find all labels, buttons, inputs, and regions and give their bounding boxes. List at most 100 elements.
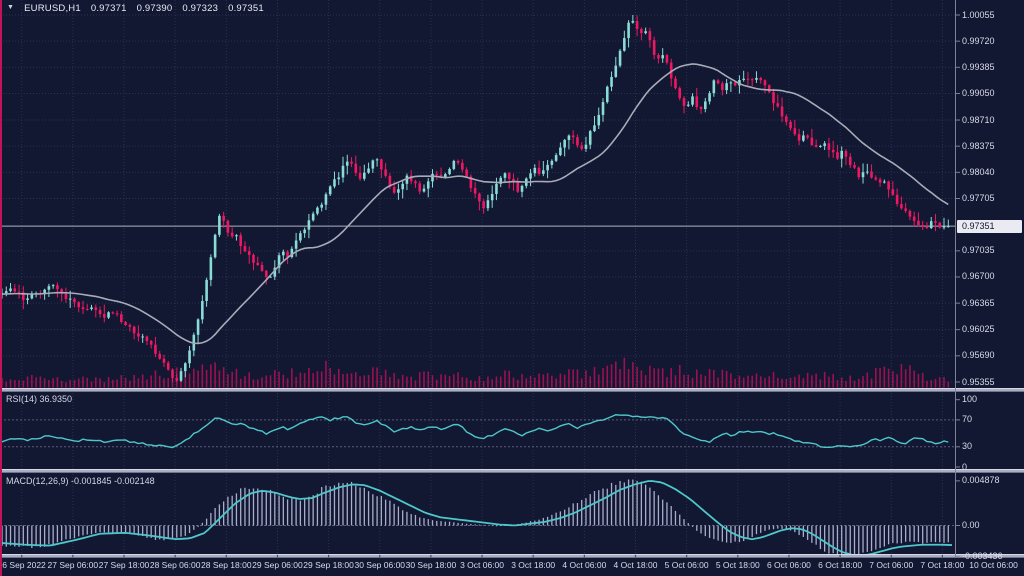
volume-bar <box>159 376 161 388</box>
volume-bar <box>935 379 937 388</box>
candle-body <box>610 77 613 87</box>
volume-bar <box>892 371 894 387</box>
volume-bar <box>304 373 306 387</box>
volume-bar <box>261 377 263 387</box>
macd-indicator-label: MACD(12,26,9) -0.001845 -0.002148 <box>6 476 155 486</box>
time-tick-label: 28 Sep 18:00 <box>201 560 252 570</box>
candle-body <box>597 115 600 125</box>
candle-body <box>632 21 635 23</box>
candle-body <box>555 155 558 161</box>
volume-bar <box>440 374 442 387</box>
candle-body <box>252 255 255 263</box>
candle-body <box>789 122 792 128</box>
time-tick-label: 6 Oct 06:00 <box>767 560 811 570</box>
time-tick-label: 27 Sep 06:00 <box>48 560 99 570</box>
candle-body <box>210 257 213 280</box>
candle-body <box>103 314 106 318</box>
symbol-dropdown-icon[interactable]: ▼ <box>7 3 14 14</box>
candle-body <box>94 307 97 310</box>
candle-body <box>521 186 524 192</box>
chart-window: ▼ EURUSD,H1 0.97371 0.97390 0.97323 0.97… <box>0 0 1024 576</box>
time-tick-label: 30 Sep 18:00 <box>406 560 457 570</box>
volume-bar <box>351 373 353 387</box>
volume-bar <box>530 376 532 388</box>
candle-body <box>853 165 856 168</box>
candle-body <box>563 140 566 148</box>
volume-bar <box>581 378 583 387</box>
candle-body <box>261 265 264 271</box>
candle-body <box>857 168 860 178</box>
candle-body <box>742 79 745 80</box>
volume-bar <box>257 379 259 387</box>
candle-body <box>222 216 225 221</box>
volume-bar <box>884 367 886 388</box>
volume-bar <box>287 378 289 387</box>
candle-body <box>508 173 511 179</box>
candle-body <box>704 101 707 109</box>
candle-body <box>516 182 519 192</box>
rsi-tick-label: 70 <box>962 414 972 424</box>
volume-bar <box>930 380 932 387</box>
candle-body <box>619 51 622 66</box>
volume-bar <box>398 379 400 388</box>
volume-bar <box>641 370 643 387</box>
chart-header: ▼ EURUSD,H1 0.97371 0.97390 0.97323 0.97… <box>7 3 264 14</box>
candle-body <box>227 221 230 233</box>
volume-bar <box>589 376 591 387</box>
candle-body <box>308 220 311 229</box>
candle-body <box>572 136 575 138</box>
volume-bar <box>773 372 775 388</box>
volume-bar <box>48 380 50 387</box>
candle-body <box>657 55 660 58</box>
candle-body <box>359 173 362 179</box>
volume-bar <box>909 365 911 387</box>
volume-bar <box>432 375 434 387</box>
volume-bar <box>406 377 408 388</box>
candle-body <box>363 173 366 179</box>
time-axis[interactable]: 26 Sep 202227 Sep 06:0027 Sep 18:0028 Se… <box>0 560 1024 574</box>
volume-bar <box>491 379 493 387</box>
volume-bar <box>739 376 741 388</box>
candle-body <box>188 351 191 364</box>
candle-body <box>725 83 728 90</box>
rsi-tick-label: 30 <box>962 441 972 451</box>
volume-bar <box>227 374 229 387</box>
volume-bar <box>508 371 510 388</box>
candle-body <box>934 221 937 223</box>
volume-bar <box>547 373 549 387</box>
macd-tick-label: 0.00 <box>962 520 980 530</box>
candle-body <box>337 177 340 179</box>
volume-bar <box>368 375 370 388</box>
volume-bar <box>862 376 864 387</box>
volume-bar <box>65 382 67 387</box>
candle-body <box>350 162 353 164</box>
candle-body <box>551 161 554 165</box>
volume-bar <box>726 371 728 388</box>
volume-bar <box>108 377 110 387</box>
candle-body <box>747 79 750 80</box>
candle-body <box>235 235 238 236</box>
candle-body <box>870 172 873 178</box>
candle-body <box>687 105 690 106</box>
volume-bar <box>329 368 331 387</box>
candle-body <box>120 314 123 322</box>
volume-bar <box>901 364 903 388</box>
candle-body <box>691 96 694 104</box>
volume-bar <box>577 369 579 387</box>
volume-bar <box>722 370 724 388</box>
volume-bar <box>606 366 608 388</box>
candle-body <box>474 188 477 194</box>
chart-canvas[interactable] <box>0 0 1024 576</box>
volume-bar <box>240 379 242 388</box>
candle-body <box>828 143 831 149</box>
volume-bar <box>338 369 340 388</box>
volume-bar <box>402 375 404 388</box>
candle-body <box>201 301 204 319</box>
volume-bar <box>95 377 97 387</box>
candle-body <box>18 292 21 293</box>
candle-body <box>764 80 767 85</box>
volume-bar <box>585 370 587 387</box>
symbol-timeframe-label: EURUSD,H1 <box>24 3 81 14</box>
volume-bar <box>551 376 553 388</box>
candle-body <box>448 169 451 174</box>
